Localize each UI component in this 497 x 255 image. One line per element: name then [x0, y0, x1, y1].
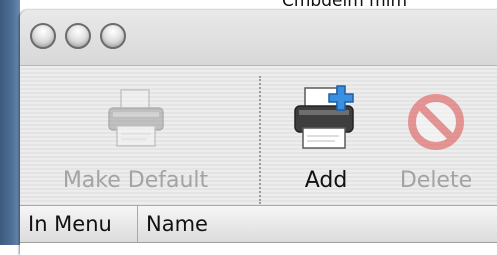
- delete-button[interactable]: Delete: [382, 66, 490, 204]
- toolbar-separator: [259, 76, 261, 204]
- printer-icon: [107, 89, 164, 147]
- column-header-in-menu[interactable]: In Menu: [20, 206, 138, 242]
- printer-add-icon: [294, 85, 354, 149]
- printer-list-window: Make Default Add Delete In Menu Name: [20, 10, 497, 255]
- delete-forbidden-icon: [408, 94, 464, 150]
- delete-label: Delete: [399, 168, 473, 193]
- column-header-name[interactable]: Name: [138, 206, 497, 242]
- zoom-window-button[interactable]: [100, 23, 126, 49]
- make-default-button[interactable]: Make Default: [38, 66, 233, 204]
- close-window-button[interactable]: [30, 23, 56, 49]
- make-default-label: Make Default: [62, 168, 209, 193]
- minimize-window-button[interactable]: [65, 23, 91, 49]
- desktop-backdrop: [0, 0, 20, 245]
- add-button[interactable]: Add: [286, 66, 366, 204]
- table-header: In Menu Name: [20, 206, 497, 243]
- toolbar: Make Default Add Delete: [20, 66, 497, 206]
- add-label: Add: [304, 168, 348, 193]
- title-bar[interactable]: [20, 10, 497, 66]
